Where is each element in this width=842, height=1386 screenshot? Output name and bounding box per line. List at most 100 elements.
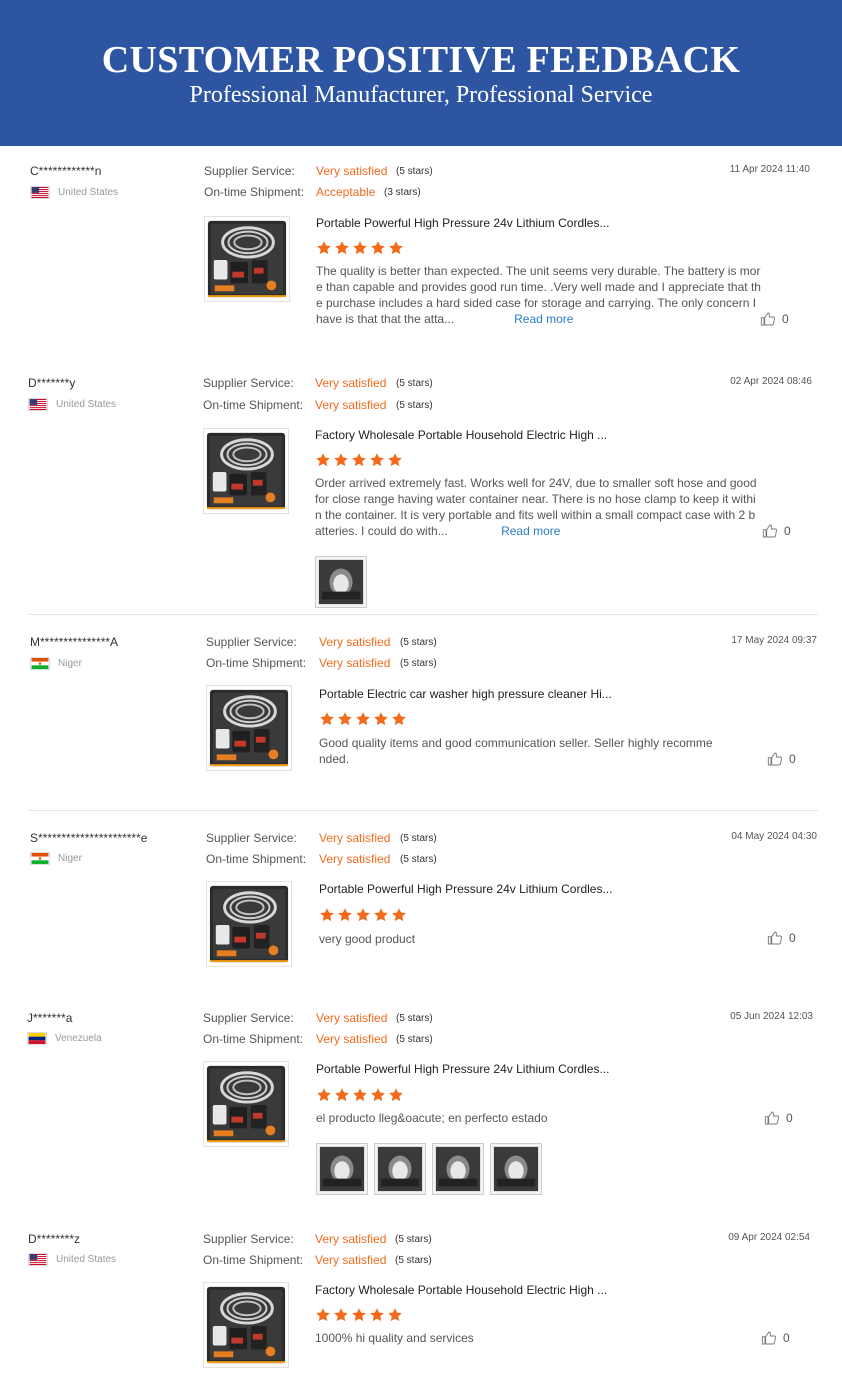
like-button[interactable]: 0	[760, 311, 789, 327]
like-count: 0	[783, 1331, 790, 1345]
shipment-value: Very satisfied	[315, 1253, 387, 1267]
venezuela-flag-icon	[27, 1032, 47, 1045]
star-icon	[370, 240, 386, 256]
product-title-link[interactable]: Factory Wholesale Portable Household Ele…	[315, 428, 607, 442]
review-photo[interactable]	[315, 556, 367, 608]
reviewer-country: United States	[28, 1253, 116, 1266]
review-card: S**********************e Niger Supplier …	[0, 827, 842, 977]
product-title-link[interactable]: Portable Powerful High Pressure 24v Lith…	[316, 1062, 609, 1076]
star-icon	[355, 907, 371, 923]
thumbs-up-icon	[764, 1110, 780, 1126]
star-icon	[388, 1087, 404, 1103]
divider	[28, 614, 818, 615]
feedback-banner: CUSTOMER POSITIVE FEEDBACK Professional …	[0, 0, 842, 146]
reviewer-country: United States	[30, 186, 118, 199]
supplier-service-label: Supplier Service:	[203, 1232, 294, 1246]
review-text: el producto lleg&oacute; en perfecto est…	[316, 1111, 548, 1125]
supplier-service-value: Very satisfied	[316, 164, 388, 178]
star-icon	[337, 907, 353, 923]
review-text: very good product	[319, 932, 416, 946]
country-label: United States	[56, 1254, 117, 1265]
shipment-label: On-time Shipment:	[203, 398, 304, 412]
supplier-service-stars: (5 stars)	[395, 1234, 432, 1245]
thumbs-up-icon	[767, 751, 783, 767]
product-title-link[interactable]: Factory Wholesale Portable Household Ele…	[315, 1283, 607, 1297]
reviewer-name: C************n	[30, 164, 102, 178]
review-date: 05 Jun 2024 12:03	[730, 1011, 813, 1022]
product-thumbnail[interactable]	[206, 881, 292, 967]
shipment-value: Very satisfied	[319, 852, 391, 866]
supplier-service-label: Supplier Service:	[203, 376, 294, 390]
product-title-link[interactable]: Portable Electric car washer high pressu…	[319, 687, 612, 701]
star-icon	[373, 907, 389, 923]
shipment-label: On-time Shipment:	[203, 1253, 304, 1267]
like-button[interactable]: 0	[762, 523, 791, 539]
star-icon	[334, 240, 350, 256]
star-icon	[316, 240, 332, 256]
rating-stars	[315, 452, 403, 468]
review-date: 04 May 2024 04:30	[731, 831, 817, 842]
country-label: Niger	[58, 853, 82, 864]
product-thumbnail[interactable]	[204, 216, 290, 302]
product-thumbnail[interactable]	[203, 1061, 289, 1147]
product-thumbnail[interactable]	[206, 685, 292, 771]
star-icon	[370, 1087, 386, 1103]
star-icon	[319, 907, 335, 923]
star-icon	[334, 1087, 350, 1103]
star-icon	[387, 452, 403, 468]
banner-title: CUSTOMER POSITIVE FEEDBACK	[101, 39, 741, 81]
review-date: 09 Apr 2024 02:54	[728, 1232, 810, 1243]
shipment-stars: (3 stars)	[384, 187, 421, 198]
star-icon	[369, 1307, 385, 1323]
supplier-service-stars: (5 stars)	[396, 378, 433, 389]
like-button[interactable]: 0	[761, 1330, 790, 1346]
product-title-link[interactable]: Portable Powerful High Pressure 24v Lith…	[319, 882, 612, 896]
review-photo[interactable]	[374, 1143, 426, 1195]
review-photo[interactable]	[316, 1143, 368, 1195]
rating-stars	[319, 907, 407, 923]
rating-stars	[316, 240, 404, 256]
star-icon	[388, 240, 404, 256]
read-more-link[interactable]: Read more	[501, 524, 560, 538]
supplier-service-stars: (5 stars)	[396, 166, 433, 177]
star-icon	[333, 1307, 349, 1323]
product-title-link[interactable]: Portable Powerful High Pressure 24v Lith…	[316, 216, 609, 230]
rating-stars	[316, 1087, 404, 1103]
product-thumbnail[interactable]	[203, 428, 289, 514]
product-thumbnail[interactable]	[203, 1282, 289, 1368]
shipment-value: Very satisfied	[319, 656, 391, 670]
like-count: 0	[789, 931, 796, 945]
like-count: 0	[782, 312, 789, 326]
star-icon	[351, 1307, 367, 1323]
like-button[interactable]: 0	[767, 930, 796, 946]
like-button[interactable]: 0	[764, 1110, 793, 1126]
supplier-service-stars: (5 stars)	[400, 833, 437, 844]
reviewer-name: M***************A	[30, 635, 119, 649]
shipment-stars: (5 stars)	[400, 658, 437, 669]
shipment-value: Very satisfied	[315, 398, 387, 412]
star-icon	[373, 711, 389, 727]
shipment-label: On-time Shipment:	[204, 185, 305, 199]
star-icon	[355, 711, 371, 727]
thumbs-up-icon	[767, 930, 783, 946]
reviewer-country: United States	[28, 398, 116, 411]
review-photo[interactable]	[432, 1143, 484, 1195]
star-icon	[316, 1087, 332, 1103]
review-photo[interactable]	[490, 1143, 542, 1195]
star-icon	[391, 711, 407, 727]
supplier-service-stars: (5 stars)	[396, 1013, 433, 1024]
read-more-link[interactable]: Read more	[514, 312, 573, 326]
supplier-service-value: Very satisfied	[315, 376, 387, 390]
country-label: Venezuela	[55, 1033, 102, 1044]
shipment-label: On-time Shipment:	[206, 656, 307, 670]
review-card: D********z United States Supplier Servic…	[0, 1228, 842, 1383]
review-card: M***************A Niger Supplier Service…	[0, 631, 842, 801]
star-icon	[315, 452, 331, 468]
us-flag-icon	[30, 186, 50, 199]
supplier-service-value: Very satisfied	[316, 1011, 388, 1025]
country-label: Niger	[58, 658, 82, 669]
like-button[interactable]: 0	[767, 751, 796, 767]
niger-flag-icon	[30, 657, 50, 670]
shipment-label: On-time Shipment:	[203, 1032, 304, 1046]
thumbs-up-icon	[762, 523, 778, 539]
